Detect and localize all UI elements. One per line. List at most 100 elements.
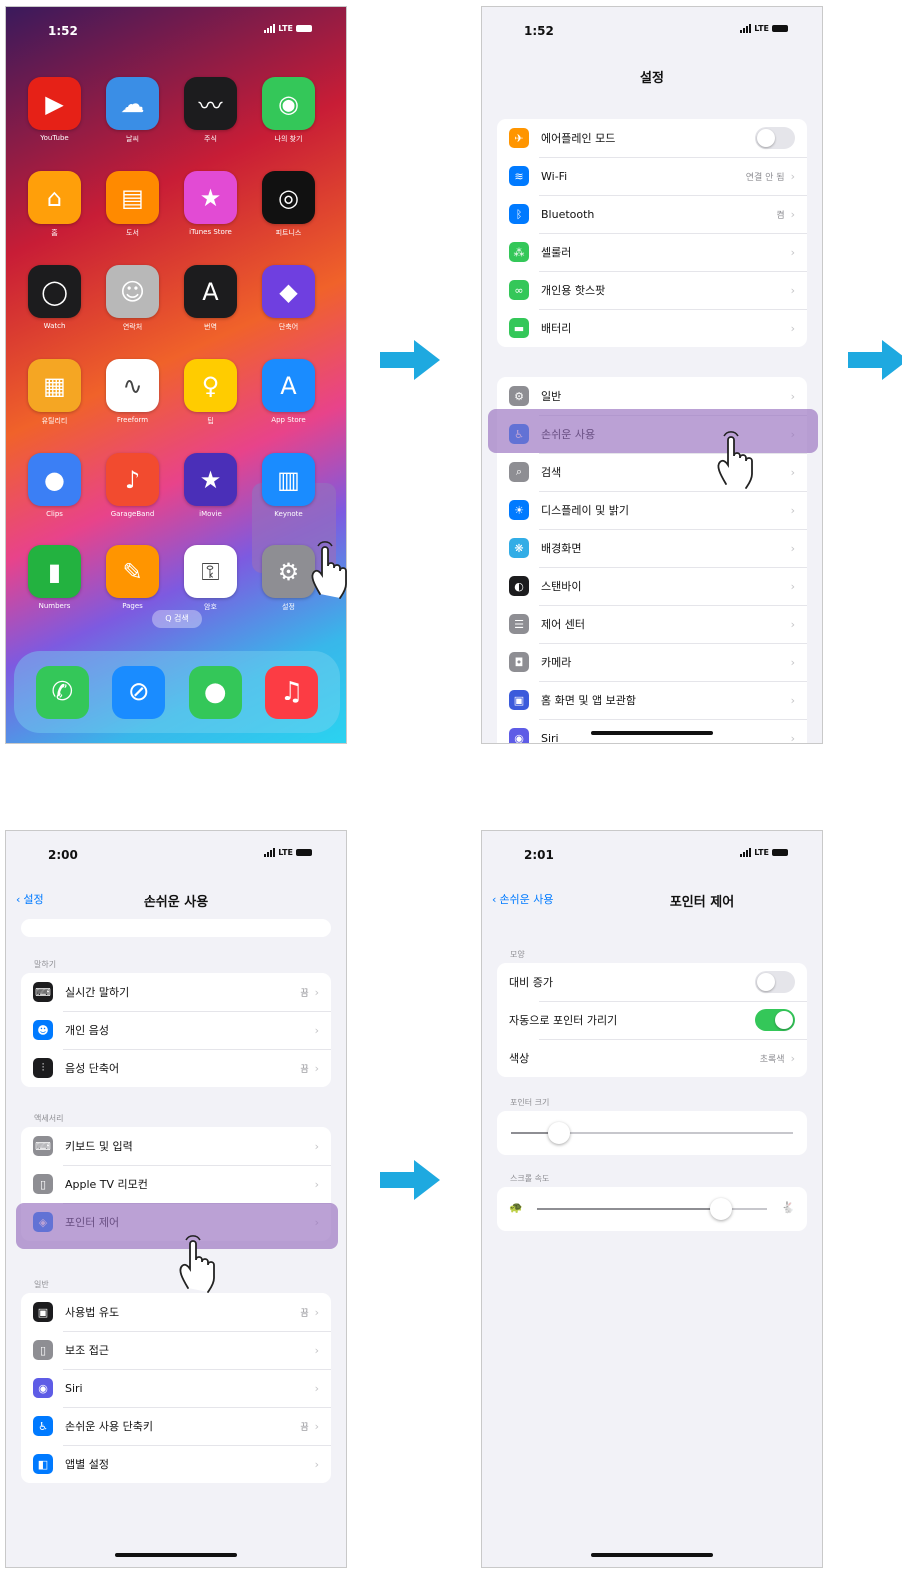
settings-row[interactable]: ◘ 카메라 › [497,643,807,681]
control-center-icon: ☰ [509,614,529,634]
chevron-right-icon: › [314,985,319,999]
settings-row[interactable]: ⁂ 셀룰러 › [497,233,807,271]
settings-row[interactable]: ❋ 배경화면 › [497,529,807,567]
settings-row[interactable]: ▣ 홈 화면 및 앱 보관함 › [497,681,807,719]
chevron-left-icon: ‹ [492,892,497,906]
settings-row[interactable]: ▣ 사용법 유도 끔 › [21,1293,331,1331]
app-tips[interactable]: ♀ 팁 [184,359,237,426]
hare-icon: 🐇 [781,1201,795,1214]
settings-row[interactable]: ▯ 보조 접근 › [21,1331,331,1369]
stocks-icon: 〰 [184,77,237,130]
messages-icon[interactable]: ● [188,665,242,719]
app-star[interactable]: ★ iTunes Store [184,171,237,238]
chevron-right-icon: › [314,1023,319,1037]
home-indicator[interactable] [591,1553,713,1557]
shortcuts-icon: ◆ [262,265,315,318]
status-time: 1:52 [524,24,554,38]
app-weather[interactable]: ☁ 날씨 [106,77,159,144]
app-fitness[interactable]: ◎ 피트니스 [262,171,315,238]
app-play[interactable]: ▶ YouTube [28,77,81,144]
row-label: 손쉬운 사용 단축키 [65,1420,153,1433]
page-title: 설정 [640,71,664,86]
app-findmy[interactable]: ◉ 나의 찾기 [262,77,315,144]
settings-row[interactable]: ⫶ 음성 단축어 끔 › [21,1049,331,1087]
settings-row[interactable]: ▯ Apple TV 리모컨 › [21,1165,331,1203]
app-home[interactable]: ⌂ 홈 [28,171,81,238]
app-pages[interactable]: ✎ Pages [106,545,159,612]
app-imovie[interactable]: ★ iMovie [184,453,237,518]
row-value: 끔 [300,988,309,999]
pointer-size-slider[interactable] [497,1111,807,1155]
row-value: 연결 안 됨 [745,172,785,183]
app-label: 나의 찾기 [274,135,303,143]
settings-row[interactable]: 대비 증가 [497,963,807,1001]
settings-row[interactable]: ᛒ Bluetooth 켬 › [497,195,807,233]
waveform-icon: ⫶ [33,1058,53,1078]
app-label: 도서 [126,229,139,237]
slider-knob[interactable] [710,1198,732,1220]
app-shortcuts[interactable]: ◆ 단축어 [262,265,315,332]
status-time: 2:01 [524,848,554,862]
settings-row[interactable]: 자동으로 포인터 가리기 [497,1001,807,1039]
network-label: LTE [754,848,769,857]
battery-icon: ▬ [509,318,529,338]
settings-row[interactable]: ⌨ 실시간 말하기 끔 › [21,973,331,1011]
status-bar: 1:52 LTE [482,7,822,53]
settings-row[interactable]: ≋ Wi-Fi 연결 안 됨 › [497,157,807,195]
toggle-switch[interactable] [755,127,795,149]
general-group: ▣ 사용법 유도 끔 › ▯ 보조 접근 › ◉ Siri › ♿ 손쉬운 사용 단축키 끔 › ◧ 앱별 설… [21,1293,331,1483]
settings-row[interactable]: ☰ 제어 센터 › [497,605,807,643]
app-label: Numbers [38,602,71,610]
settings-row[interactable]: ◐ 스탠바이 › [497,567,807,605]
app-label: App Store [271,416,306,424]
row-label: 제어 센터 [541,618,585,631]
battery-icon [772,849,788,856]
settings-row[interactable]: ⌨ 키보드 및 입력 › [21,1127,331,1165]
fitness-icon: ◎ [262,171,315,224]
app-stocks[interactable]: 〰 주식 [184,77,237,144]
app-garageband[interactable]: ♪ GarageBand [106,453,159,518]
app-label: 번역 [204,323,217,331]
home-indicator[interactable] [591,731,713,735]
app-utilities[interactable]: ▦ 유틸리티 [28,359,81,426]
row-label: 배경화면 [541,542,582,555]
toggle-switch[interactable] [755,971,795,993]
app-translate[interactable]: A 번역 [184,265,237,332]
settings-row[interactable]: 색상 초록색 › [497,1039,807,1077]
app-contacts[interactable]: ☺ 연락처 [106,265,159,332]
settings-row[interactable]: ∞ 개인용 핫스팟 › [497,271,807,309]
toggle-switch[interactable] [755,1009,795,1031]
settings-row[interactable]: ☀ 디스플레이 및 밝기 › [497,491,807,529]
app-passwords[interactable]: ⚿ 암호 [184,545,237,612]
home-search-pill[interactable]: Q 검색 [152,610,202,628]
home-indicator[interactable] [115,1553,237,1557]
status-time: 2:00 [48,848,78,862]
app-keynote[interactable]: ▥ Keynote [262,453,315,518]
app-appstore[interactable]: A App Store [262,359,315,426]
app-watch[interactable]: ◯ Watch [28,265,81,332]
app-clips[interactable]: ● Clips [28,453,81,518]
safari-icon[interactable]: ⊘ [112,665,166,719]
settings-row[interactable]: ☻ 개인 음성 › [21,1011,331,1049]
app-label: Watch [43,322,66,330]
app-label: 유틸리티 [41,417,68,425]
signal-icon [264,24,276,33]
app-freeform[interactable]: ∿ Freeform [106,359,159,426]
app-books[interactable]: ▤ 도서 [106,171,159,238]
app-numbers[interactable]: ▮ Numbers [28,545,81,612]
settings-row[interactable]: ✈ 에어플레인 모드 [497,119,807,157]
pointer-size-group [497,1111,807,1155]
row-label: Bluetooth [541,207,595,221]
settings-row[interactable]: ♿ 손쉬운 사용 단축키 끔 › [21,1407,331,1445]
scroll-speed-slider[interactable]: 🐢 🐇 [497,1187,807,1231]
settings-row[interactable]: ◉ Siri › [21,1369,331,1407]
settings-row[interactable]: ▬ 배터리 › [497,309,807,347]
phone-icon[interactable]: ✆ [35,665,89,719]
row-label: 대비 증가 [509,976,553,989]
status-bar: 1:52 LTE [6,7,346,53]
signal-icon [740,848,752,857]
slider-knob[interactable] [547,1122,570,1144]
status-time: 1:52 [48,24,78,38]
music-icon[interactable]: ♫ [265,665,319,719]
settings-row[interactable]: ◧ 앱별 설정 › [21,1445,331,1483]
